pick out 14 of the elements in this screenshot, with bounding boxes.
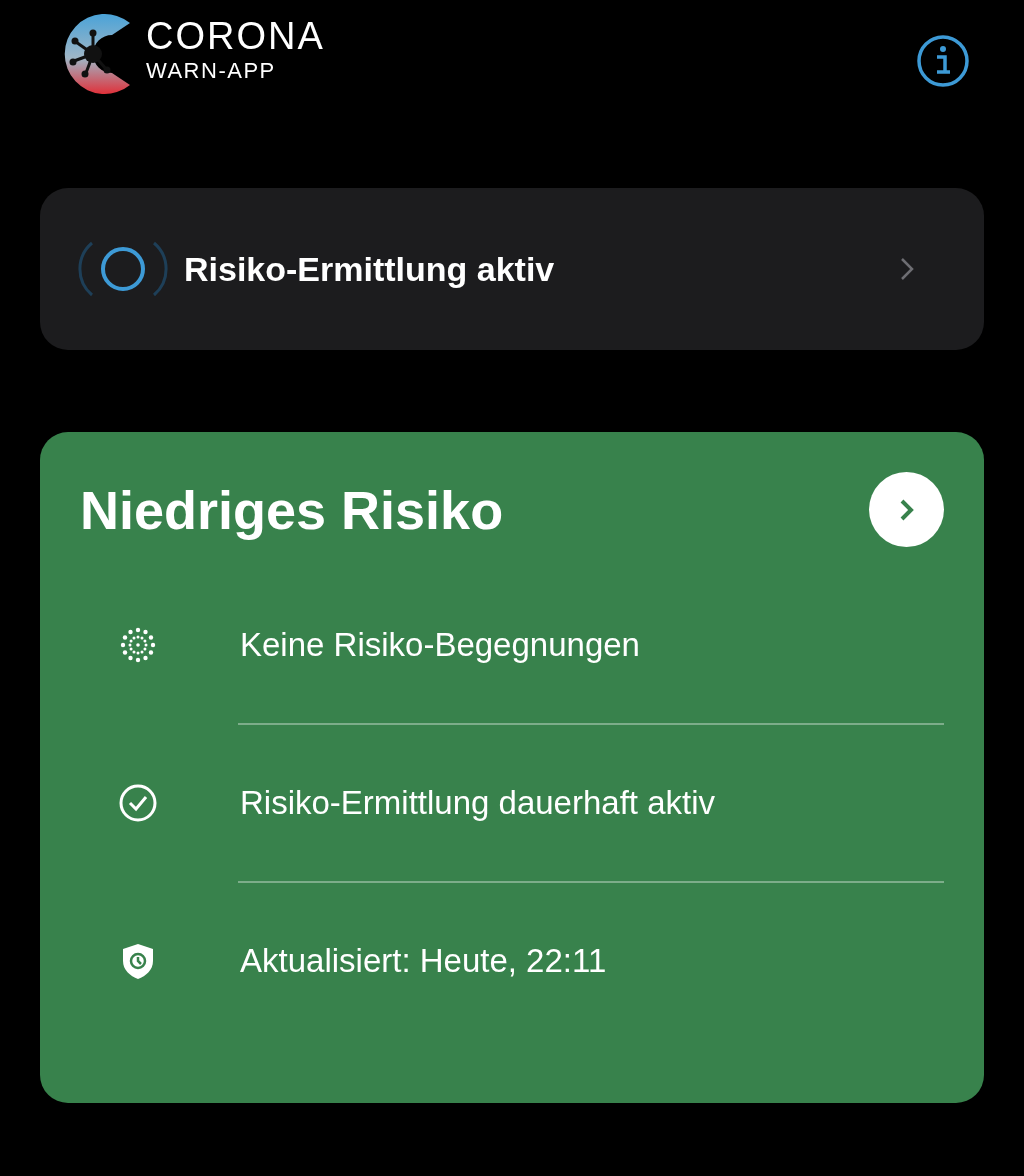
info-icon[interactable] [916,34,970,88]
dots-circle-icon [118,625,158,665]
risk-info-text: Keine Risiko-Begegnungen [240,626,640,664]
risk-title: Niedriges Risiko [80,478,504,541]
logo-title: CORONA [146,15,325,57]
chevron-icon [900,257,914,281]
risk-info-text: Risiko-Ermittlung dauerhaft aktiv [240,784,716,822]
chevron-icon [898,497,915,522]
risk-detection-card[interactable]: Risiko-Ermittlung aktiv [40,188,984,350]
risk-info-text: Aktualisiert: Heute, 22:11 [240,942,607,980]
risk-detection-status: Risiko-Ermittlung aktiv [184,249,556,289]
risk-card[interactable]: Niedriges Risiko Keine Risiko-Begegnungen Risiko-Ermittlung dauerhaft aktiv Aktualisiert: Heute, 22:11 [40,432,984,1103]
check-circle-icon [118,783,158,823]
logo-subtitle: WARN-APP [146,57,277,85]
